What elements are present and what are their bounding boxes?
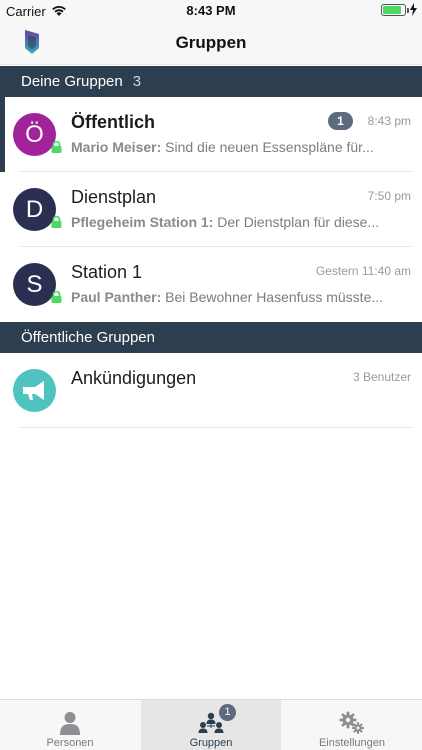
- row-divider: [20, 427, 412, 428]
- message-time: 7:50 pm: [367, 189, 411, 203]
- message-time: 8:43 pm: [367, 114, 411, 128]
- lock-icon: [51, 216, 62, 228]
- charging-icon: [410, 3, 417, 16]
- message-sender: Paul Panther:: [71, 289, 162, 305]
- message-text: Der Dienstplan für diese...: [213, 214, 380, 230]
- message-preview: Paul Panther: Bei Bewohner Hasenfuss müs…: [71, 289, 411, 305]
- lock-icon: [51, 141, 62, 153]
- message-preview: Mario Meiser: Sind die neuen Essenspläne…: [71, 139, 411, 155]
- tab-badge: 1: [219, 704, 236, 721]
- member-count: 3 Benutzer: [352, 370, 411, 384]
- gear-icon: [339, 711, 364, 734]
- group-name: Öffentlich: [71, 112, 155, 132]
- group-avatar: [13, 369, 56, 412]
- tab-einstellungen[interactable]: Einstellungen: [282, 700, 422, 750]
- tab-label: Gruppen: [189, 737, 233, 749]
- navigation-bar: Gruppen: [0, 22, 422, 65]
- tab-label: Personen: [46, 737, 94, 749]
- message-sender: Pflegeheim Station 1:: [71, 214, 214, 230]
- battery-icon: [381, 4, 406, 16]
- status-time: 8:43 PM: [186, 3, 236, 18]
- lock-icon: [51, 291, 62, 303]
- group-row-dienstplan[interactable]: D Dienstplan 7:50 pm Pflegeheim Station …: [0, 172, 422, 247]
- group-row-oeffentlich[interactable]: Ö Öffentlich 1 8:43 pm Mario Meiser: Sin…: [0, 97, 422, 172]
- message-text: Sind die neuen Essenspläne für...: [161, 139, 374, 155]
- section-title: Öffentliche Gruppen: [21, 329, 155, 346]
- section-title: Deine Gruppen: [21, 73, 123, 90]
- unread-badge: 1: [328, 112, 353, 130]
- megaphone-icon: [23, 381, 44, 400]
- group-count: 3: [132, 73, 142, 90]
- group-row-ankuendigungen[interactable]: Ankündigungen 3 Benutzer: [0, 353, 422, 428]
- message-preview: Pflegeheim Station 1: Der Dienstplan für…: [71, 214, 411, 230]
- tab-label: Einstellungen: [318, 737, 386, 749]
- section-header-public-groups: Öffentliche Gruppen: [0, 322, 422, 353]
- group-name: Station 1: [71, 262, 143, 282]
- selected-indicator: [0, 97, 5, 172]
- tab-gruppen[interactable]: 1 Gruppen: [141, 700, 281, 750]
- message-sender: Mario Meiser:: [71, 139, 162, 155]
- page-title: Gruppen: [175, 33, 247, 52]
- message-time: Gestern 11:40 am: [315, 264, 411, 278]
- message-text: Bei Bewohner Hasenfuss müsste...: [161, 289, 384, 305]
- group-name: Ankündigungen: [71, 368, 197, 388]
- tab-bar: Personen 1 Gruppen Einstellungen: [0, 699, 422, 750]
- tab-personen[interactable]: Personen: [0, 700, 140, 750]
- person-icon: [60, 712, 80, 735]
- section-header-my-groups: Deine Gruppen 3: [0, 66, 422, 97]
- status-bar: Carrier 8:43 PM: [0, 0, 422, 22]
- group-row-station-1[interactable]: S Station 1 Gestern 11:40 am Paul Panthe…: [0, 247, 422, 322]
- group-name: Dienstplan: [71, 187, 157, 207]
